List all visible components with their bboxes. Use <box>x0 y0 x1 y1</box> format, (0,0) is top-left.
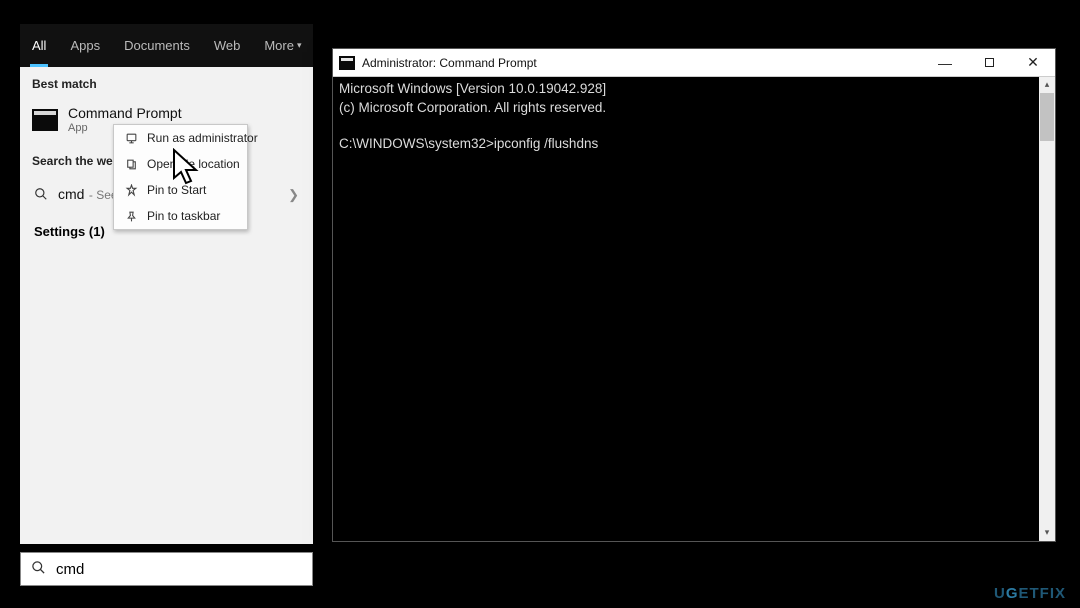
web-term: cmd <box>58 186 84 202</box>
chevron-down-icon: ▾ <box>297 40 302 51</box>
tab-all[interactable]: All <box>20 24 58 67</box>
scroll-up-button[interactable]: ▴ <box>1039 77 1055 93</box>
watermark: UGETFIX <box>994 585 1066 602</box>
scrollbar[interactable]: ▴ ▾ <box>1039 77 1055 541</box>
search-icon <box>34 187 48 204</box>
tab-more[interactable]: More ▾ <box>252 24 307 67</box>
search-tabs: All Apps Documents Web More ▾ <box>20 24 313 67</box>
ctx-pin-to-start[interactable]: Pin to Start <box>114 177 247 203</box>
scroll-down-button[interactable]: ▾ <box>1039 525 1055 541</box>
ctx-label: Run as administrator <box>147 131 258 145</box>
search-input-container[interactable] <box>20 552 313 586</box>
terminal-output[interactable]: Microsoft Windows [Version 10.0.19042.92… <box>333 77 1055 541</box>
ctx-pin-to-taskbar[interactable]: Pin to taskbar <box>114 203 247 229</box>
ctx-open-file-location[interactable]: Open file location <box>114 151 247 177</box>
command-prompt-icon <box>339 56 355 70</box>
window-title: Administrator: Command Prompt <box>362 56 537 70</box>
chevron-right-icon: ❯ <box>288 187 299 203</box>
ctx-label: Pin to taskbar <box>147 209 220 223</box>
search-icon <box>31 560 46 579</box>
close-button[interactable]: ✕ <box>1011 49 1055 77</box>
term-prompt-line: C:\WINDOWS\system32>ipconfig /flushdns <box>339 136 598 151</box>
pin-icon <box>124 209 138 223</box>
ctx-label: Open file location <box>147 157 240 171</box>
tab-apps[interactable]: Apps <box>58 24 112 67</box>
folder-icon <box>124 157 138 171</box>
command-prompt-window: Administrator: Command Prompt — ✕ Micros… <box>332 48 1056 542</box>
pin-icon <box>124 183 138 197</box>
scroll-thumb[interactable] <box>1040 93 1054 141</box>
term-line: Microsoft Windows [Version 10.0.19042.92… <box>339 81 606 96</box>
term-line: (c) Microsoft Corporation. All rights re… <box>339 100 606 115</box>
command-prompt-icon <box>32 109 58 131</box>
maximize-button[interactable] <box>967 49 1011 77</box>
search-input[interactable] <box>56 561 302 578</box>
tab-web[interactable]: Web <box>202 24 253 67</box>
shield-icon <box>124 131 138 145</box>
context-menu: Run as administrator Open file location … <box>113 124 248 230</box>
titlebar[interactable]: Administrator: Command Prompt — ✕ <box>333 49 1055 77</box>
best-match-label: Best match <box>20 67 313 99</box>
minimize-button[interactable]: — <box>923 49 967 77</box>
windows-search-panel: All Apps Documents Web More ▾ Best match… <box>20 24 313 544</box>
tab-documents[interactable]: Documents <box>112 24 202 67</box>
ctx-run-as-admin[interactable]: Run as administrator <box>114 125 247 151</box>
best-match-title: Command Prompt <box>68 105 182 121</box>
ctx-label: Pin to Start <box>147 183 206 197</box>
